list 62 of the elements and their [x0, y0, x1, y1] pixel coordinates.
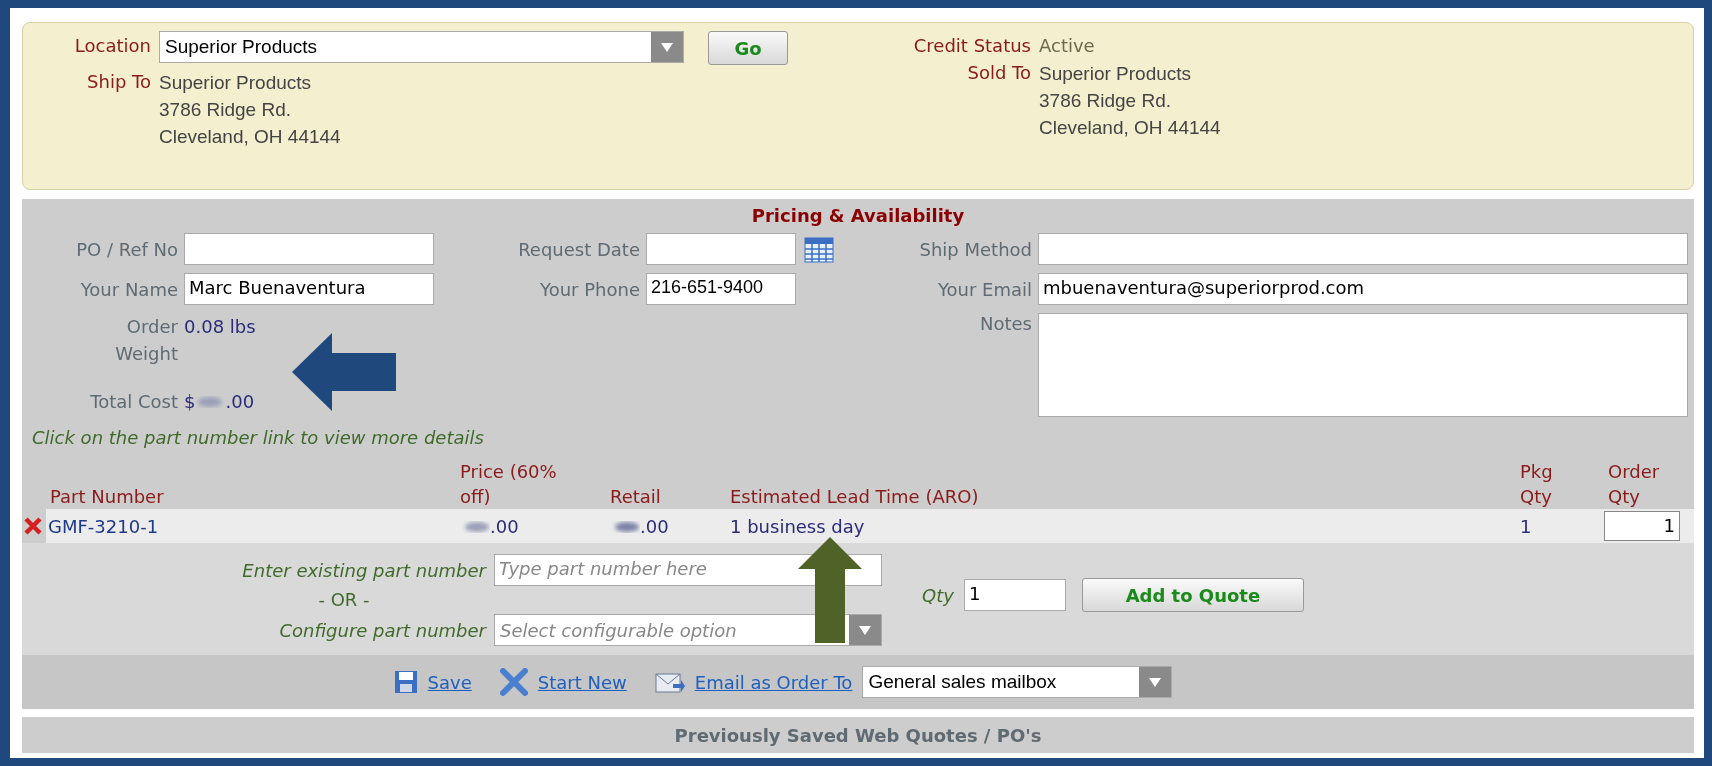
pkg-qty-cell-text: 1	[1519, 515, 1533, 537]
email-order-link[interactable]: Email as Order To	[694, 671, 853, 693]
add-to-quote-button[interactable]: Add to Quote	[1081, 578, 1304, 612]
credit-status-value: Active	[1039, 34, 1095, 56]
field-label: Enter existing part number	[241, 559, 486, 581]
save-link[interactable]: Save	[427, 671, 472, 693]
column-header: Pkg Qty	[1519, 460, 1554, 509]
location-select[interactable]: Superior Products	[159, 31, 684, 63]
section-header: Previously Saved Web Quotes / PO's	[22, 717, 1694, 753]
calendar-icon[interactable]	[804, 235, 834, 263]
column-header: Order Qty	[1607, 460, 1661, 509]
field-label: Notes	[979, 313, 1032, 334]
order-qty-field[interactable]: 1	[1604, 511, 1680, 541]
go-button[interactable]: Go	[708, 31, 788, 65]
field-label: Your Phone	[539, 278, 640, 300]
retail-cell: .00	[606, 515, 726, 537]
field-label: Configure part number	[278, 619, 486, 641]
field-label: Ship Method	[918, 238, 1032, 260]
field-label: Total Cost	[89, 390, 178, 412]
dropdown-icon	[1149, 677, 1162, 687]
notes-field[interactable]	[1038, 313, 1688, 417]
order-weight-value: 0.08 lbs	[184, 315, 257, 339]
field-label: Your Name	[79, 278, 178, 300]
sold-to-label: Sold To	[966, 61, 1031, 83]
column-header: Part Number	[49, 485, 165, 509]
close-icon[interactable]	[499, 668, 528, 696]
input-field[interactable]: Marc Buenaventura	[184, 273, 434, 305]
input-field[interactable]	[1038, 233, 1688, 265]
column-header: Retail	[609, 485, 662, 509]
dropdown-icon	[859, 625, 871, 635]
mailbox-select[interactable]: General sales mailbox	[862, 666, 1173, 698]
hint-text: Click on the part number link to view more details	[31, 426, 485, 450]
ship-to-label: Ship To	[86, 70, 151, 92]
input-field[interactable]	[184, 233, 434, 265]
column-header: Estimated Lead Time (ARO)	[729, 485, 980, 509]
credit-status-label: Credit Status	[912, 34, 1031, 56]
field-label: Order Weight	[114, 315, 178, 366]
sold-to-address: Superior Products 3786 Ridge Rd. Cleveland, OH 44144	[1039, 62, 1221, 140]
part-number-field[interactable]: Type part number here	[494, 554, 882, 586]
input-field[interactable]: mbuenaventura@superiorprod.com	[1038, 273, 1688, 305]
total-cost-value: $ .00	[184, 390, 256, 412]
input-field[interactable]	[646, 233, 796, 265]
ship-to-address: Superior Products 3786 Ridge Rd. Cleveland, OH 44144	[159, 71, 341, 149]
section-title: Pricing & Availability	[750, 204, 966, 228]
input-field[interactable]: 216-651-9400	[646, 273, 796, 305]
start-new-link[interactable]: Start New	[537, 671, 627, 693]
configure-select[interactable]: Select configurable option	[494, 614, 882, 646]
dropdown-icon	[661, 42, 673, 52]
location-label: Location	[73, 34, 151, 56]
save-icon[interactable]	[393, 670, 418, 694]
column-header: Price (60% off)	[459, 460, 558, 509]
field-label: PO / Ref No	[75, 238, 178, 260]
part-number-link[interactable]: GMF-3210-1	[46, 515, 456, 537]
delete-icon[interactable]	[24, 517, 42, 535]
lead-time-cell-text: 1 business day	[729, 515, 866, 537]
envelope-icon[interactable]	[654, 670, 685, 694]
field-label: Your Email	[936, 278, 1032, 300]
qty-field[interactable]: 1	[963, 579, 1066, 611]
price-cell: .00	[456, 515, 606, 537]
field-label: Request Date	[517, 238, 640, 260]
qty-label: Qty	[922, 584, 954, 606]
or-separator: - OR -	[317, 590, 371, 610]
